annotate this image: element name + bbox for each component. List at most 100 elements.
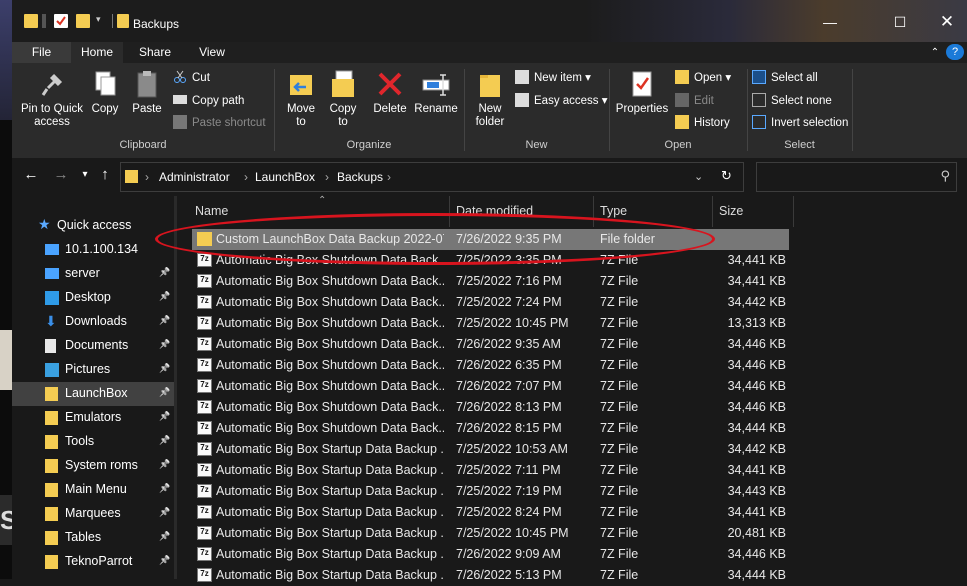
- table-row[interactable]: 7z Automatic Big Box Shutdown Data Back..…: [192, 418, 789, 439]
- help-icon[interactable]: ?: [946, 44, 964, 60]
- move-to-icon: [286, 69, 316, 99]
- new-folder-button[interactable]: New folder: [468, 69, 512, 129]
- properties-button[interactable]: Properties: [612, 69, 672, 116]
- rename-icon: [421, 69, 451, 99]
- sidebar-item-documents[interactable]: Documents 📌: [12, 334, 174, 358]
- table-row[interactable]: 7z Automatic Big Box Shutdown Data Back..…: [192, 397, 789, 418]
- column-header-size[interactable]: Size: [719, 204, 743, 218]
- column-header-type[interactable]: Type: [600, 204, 627, 218]
- table-row[interactable]: 7z Automatic Big Box Startup Data Backup …: [192, 460, 789, 481]
- table-row[interactable]: 7z Automatic Big Box Shutdown Data Back..…: [192, 292, 789, 313]
- chevron-down-icon[interactable]: ▾: [96, 14, 110, 28]
- quick-access[interactable]: ★ Quick access: [12, 214, 174, 238]
- sidebar-item-main-menu[interactable]: Main Menu 📌: [12, 478, 174, 502]
- scissors-icon: [173, 70, 187, 84]
- cell-size: 34,446 KB: [727, 379, 786, 393]
- sidebar-item-launchbox[interactable]: LaunchBox 📌: [12, 382, 174, 406]
- back-button[interactable]: ←: [22, 166, 40, 184]
- table-row[interactable]: 7z Automatic Big Box Shutdown Data Back..…: [192, 250, 789, 271]
- sidebar-item-tools[interactable]: Tools 📌: [12, 430, 174, 454]
- pin-icon: 📌: [159, 363, 171, 373]
- address-bar[interactable]: › Administrator › LaunchBox › Backups › …: [120, 162, 744, 192]
- sidebar-item-desktop[interactable]: Desktop 📌: [12, 286, 174, 310]
- sidebar-item-10-1-100-134[interactable]: 10.1.100.134: [12, 238, 174, 262]
- sidebar-item-system-roms[interactable]: System roms 📌: [12, 454, 174, 478]
- copy-to-icon: [328, 69, 358, 99]
- properties-icon: [627, 69, 657, 99]
- divider: [712, 196, 713, 227]
- select-all-icon: [752, 69, 766, 84]
- copy-button[interactable]: Copy: [88, 69, 122, 116]
- table-row[interactable]: 7z Automatic Big Box Startup Data Backup …: [192, 523, 789, 544]
- cell-size: 13,313 KB: [727, 316, 786, 330]
- properties-icon[interactable]: [54, 14, 68, 28]
- maximize-button[interactable]: ☐: [890, 12, 910, 32]
- collapse-ribbon-icon[interactable]: ⌃: [926, 42, 944, 63]
- table-row[interactable]: 7z Automatic Big Box Startup Data Backup …: [192, 481, 789, 502]
- cut-button[interactable]: Cut: [173, 69, 210, 87]
- table-row[interactable]: Custom LaunchBox Data Backup 2022-07... 7…: [192, 229, 789, 250]
- tab-view[interactable]: View: [187, 42, 237, 63]
- select-all-button[interactable]: Select all: [752, 69, 818, 87]
- table-row[interactable]: 7z Automatic Big Box Shutdown Data Back..…: [192, 271, 789, 292]
- breadcrumb-administrator[interactable]: Administrator: [159, 170, 230, 184]
- refresh-icon[interactable]: ↻: [721, 168, 732, 184]
- breadcrumb-launchbox[interactable]: LaunchBox: [255, 170, 315, 184]
- paste-button[interactable]: Paste: [128, 69, 166, 116]
- tab-home[interactable]: Home: [71, 42, 123, 63]
- rename-button[interactable]: Rename: [412, 69, 460, 116]
- pin-icon: 📌: [159, 555, 171, 565]
- sidebar-item-server[interactable]: server 📌: [12, 262, 174, 286]
- sidebar-item-emulators[interactable]: Emulators 📌: [12, 406, 174, 430]
- invert-selection-button[interactable]: Invert selection: [752, 114, 848, 132]
- move-to-button[interactable]: Move to: [280, 69, 322, 129]
- column-header-name[interactable]: Name: [195, 204, 228, 218]
- breadcrumb-backups[interactable]: Backups: [337, 170, 383, 184]
- new-folder-icon[interactable]: [76, 14, 90, 28]
- sidebar-item-tables[interactable]: Tables 📌: [12, 526, 174, 550]
- table-row[interactable]: 7z Automatic Big Box Shutdown Data Back..…: [192, 313, 789, 334]
- cell-date: 7/26/2022 8:13 PM: [456, 400, 562, 414]
- up-button[interactable]: ↑: [96, 166, 114, 184]
- table-row[interactable]: 7z Automatic Big Box Shutdown Data Back..…: [192, 355, 789, 376]
- select-none-button[interactable]: Select none: [752, 92, 832, 110]
- sidebar-item-teknoparrot[interactable]: TeknoParrot 📌: [12, 550, 174, 574]
- delete-button[interactable]: Delete: [368, 69, 412, 116]
- copy-path-icon: [173, 95, 187, 105]
- recent-locations-chevron-icon[interactable]: ▾: [76, 166, 94, 184]
- new-item-button[interactable]: New item ▾: [515, 69, 591, 87]
- easy-access-button[interactable]: Easy access ▾: [515, 92, 608, 110]
- history-button[interactable]: History: [675, 114, 730, 132]
- minimize-button[interactable]: —: [820, 12, 840, 32]
- cell-date: 7/25/2022 7:11 PM: [456, 463, 561, 477]
- forward-button[interactable]: →: [52, 166, 70, 184]
- pin-button[interactable]: Pin to Quick access: [16, 69, 88, 129]
- tab-file[interactable]: File: [12, 42, 71, 63]
- sidebar-item-downloads[interactable]: ⬇ Downloads 📌: [12, 310, 174, 334]
- table-row[interactable]: 7z Automatic Big Box Shutdown Data Back..…: [192, 376, 789, 397]
- 7z-file-icon: 7z: [197, 295, 212, 309]
- cell-size: 34,441 KB: [727, 505, 786, 519]
- open-button[interactable]: Open ▾: [675, 69, 731, 87]
- table-row[interactable]: 7z Automatic Big Box Startup Data Backup …: [192, 565, 789, 586]
- paste-shortcut-button[interactable]: Paste shortcut: [173, 114, 266, 132]
- copy-to-button[interactable]: Copy to: [322, 69, 364, 129]
- edit-button[interactable]: Edit: [675, 92, 714, 110]
- address-history-chevron-icon[interactable]: ⌄: [694, 170, 703, 183]
- pictures-icon: [45, 363, 59, 377]
- column-header-date[interactable]: Date modified: [456, 204, 533, 218]
- table-row[interactable]: 7z Automatic Big Box Startup Data Backup …: [192, 544, 789, 565]
- divider: [593, 196, 594, 227]
- table-row[interactable]: 7z Automatic Big Box Startup Data Backup …: [192, 502, 789, 523]
- sidebar-item-pictures[interactable]: Pictures 📌: [12, 358, 174, 382]
- 7z-file-icon: 7z: [197, 337, 212, 351]
- sidebar-item-marquees[interactable]: Marquees 📌: [12, 502, 174, 526]
- copy-path-button[interactable]: Copy path: [173, 92, 244, 110]
- tab-share[interactable]: Share: [130, 42, 180, 63]
- cell-size: 34,441 KB: [727, 463, 786, 477]
- close-button[interactable]: ✕: [937, 12, 957, 32]
- table-row[interactable]: 7z Automatic Big Box Startup Data Backup …: [192, 439, 789, 460]
- table-row[interactable]: 7z Automatic Big Box Shutdown Data Back..…: [192, 334, 789, 355]
- search-input[interactable]: ⚲: [756, 162, 957, 192]
- cell-type: 7Z File: [600, 568, 639, 582]
